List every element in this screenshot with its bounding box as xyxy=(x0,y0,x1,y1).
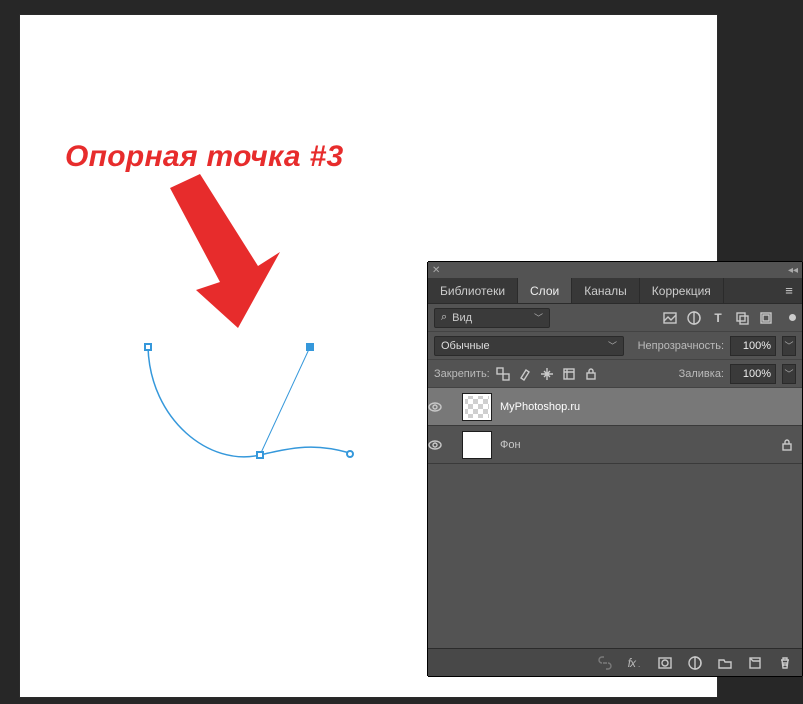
layer-name[interactable]: MyPhotoshop.ru xyxy=(500,401,580,413)
chevron-down-icon: ﹀ xyxy=(608,339,617,352)
eye-icon xyxy=(428,438,442,452)
fx-icon[interactable]: fx﹒ xyxy=(628,656,642,670)
anchor-point-1[interactable] xyxy=(144,343,152,351)
blend-row: Обычные ﹀ Непрозрачность: 100% ﹀ xyxy=(428,332,802,360)
tab-channels[interactable]: Каналы xyxy=(572,278,640,303)
annotation-text: Опорная точка #3 xyxy=(65,140,343,174)
panel-bottom-toolbar: fx﹒ xyxy=(428,648,802,676)
panel-titlebar[interactable]: ✕ ◂◂ xyxy=(428,262,802,278)
direction-handle[interactable] xyxy=(346,450,354,458)
lock-label: Закрепить: xyxy=(434,368,490,380)
layer-thumbnail[interactable] xyxy=(462,393,492,421)
filter-smart-icon[interactable] xyxy=(759,311,773,325)
lock-artboard-icon[interactable] xyxy=(562,367,576,381)
filter-toggle[interactable] xyxy=(789,314,796,321)
adjustment-layer-icon[interactable] xyxy=(688,656,702,670)
filter-row: ⌕ Вид ﹀ T xyxy=(428,304,802,332)
blend-mode-value: Обычные xyxy=(441,340,490,352)
filter-image-icon[interactable] xyxy=(663,311,677,325)
opacity-stepper[interactable]: ﹀ xyxy=(782,336,796,356)
opacity-label: Непрозрачность: xyxy=(638,340,724,352)
filter-label: Вид xyxy=(452,312,472,324)
fill-stepper[interactable]: ﹀ xyxy=(782,364,796,384)
pen-path[interactable] xyxy=(140,335,380,495)
layer-thumbnail[interactable] xyxy=(462,431,492,459)
lock-icon[interactable] xyxy=(780,438,794,452)
filter-adjust-icon[interactable] xyxy=(687,311,701,325)
layer-name[interactable]: Фон xyxy=(500,439,521,451)
lock-row: Закрепить: Заливка: 100% ﹀ xyxy=(428,360,802,388)
layer-row[interactable]: MyPhotoshop.ru xyxy=(428,388,802,426)
anchor-point-2[interactable] xyxy=(256,451,264,459)
panel-tabs: Библиотеки Слои Каналы Коррекция ≡ xyxy=(428,278,802,304)
group-icon[interactable] xyxy=(718,656,732,670)
opacity-value: 100% xyxy=(743,340,771,352)
lock-pixels-icon[interactable] xyxy=(518,367,532,381)
tab-label: Каналы xyxy=(584,284,627,298)
blend-mode-select[interactable]: Обычные ﹀ xyxy=(434,336,624,356)
filter-shape-icon[interactable] xyxy=(735,311,749,325)
trash-icon[interactable] xyxy=(778,656,792,670)
chevron-down-icon: ﹀ xyxy=(534,311,543,324)
tab-layers[interactable]: Слои xyxy=(518,278,572,303)
search-icon: ⌕ xyxy=(441,311,447,324)
visibility-toggle[interactable] xyxy=(428,438,456,452)
link-layers-icon[interactable] xyxy=(598,656,612,670)
layers-list: MyPhotoshop.ru Фон xyxy=(428,388,802,464)
lock-transparency-icon[interactable] xyxy=(496,367,510,381)
tab-adjustments[interactable]: Коррекция xyxy=(640,278,724,303)
collapse-icon[interactable]: ◂◂ xyxy=(788,265,798,276)
panel-menu-icon[interactable]: ≡ xyxy=(776,278,802,303)
visibility-toggle[interactable] xyxy=(428,400,456,414)
close-icon[interactable]: ✕ xyxy=(432,265,440,276)
anchor-point-3[interactable] xyxy=(306,343,314,351)
fill-label: Заливка: xyxy=(679,368,724,380)
lock-position-icon[interactable] xyxy=(540,367,554,381)
fill-input[interactable]: 100% xyxy=(730,364,776,384)
layers-panel: ✕ ◂◂ Библиотеки Слои Каналы Коррекция ≡ … xyxy=(428,262,802,676)
tab-label: Слои xyxy=(530,284,559,298)
tab-label: Библиотеки xyxy=(440,284,505,298)
lock-all-icon[interactable] xyxy=(584,367,598,381)
tab-libraries[interactable]: Библиотеки xyxy=(428,278,518,303)
mask-icon[interactable] xyxy=(658,656,672,670)
opacity-input[interactable]: 100% xyxy=(730,336,776,356)
tab-label: Коррекция xyxy=(652,284,711,298)
filter-type-icon[interactable]: T xyxy=(711,311,725,325)
eye-icon xyxy=(428,400,442,414)
fill-value: 100% xyxy=(743,368,771,380)
layer-row[interactable]: Фон xyxy=(428,426,802,464)
layer-filter-select[interactable]: ⌕ Вид ﹀ xyxy=(434,308,550,328)
new-layer-icon[interactable] xyxy=(748,656,762,670)
